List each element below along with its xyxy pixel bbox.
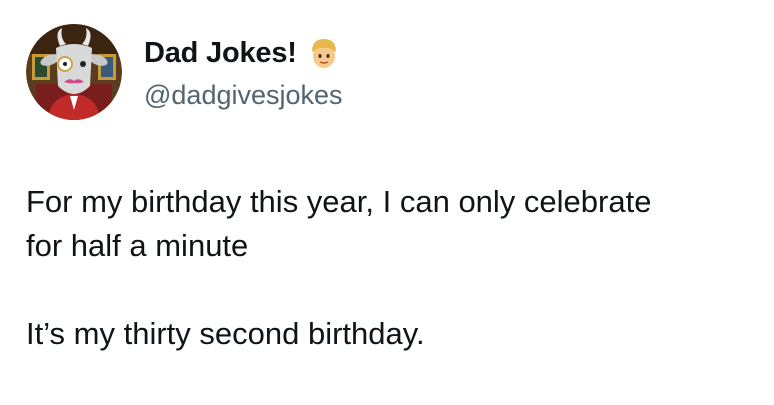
tweet-paragraph-1: For my birthday this year, I can only ce…: [26, 180, 766, 268]
man-blond-hair-emoji-icon: [309, 38, 339, 70]
tweet-text: For my birthday this year, I can only ce…: [26, 180, 766, 356]
tweet-paragraph-2: It’s my thirty second birthday.: [26, 312, 766, 356]
goat-avatar-icon: [26, 24, 122, 120]
display-name[interactable]: Dad Jokes!: [144, 37, 297, 70]
avatar[interactable]: [26, 24, 122, 120]
tweet-line: for half a minute: [26, 228, 249, 263]
author-identity: Dad Jokes! @dadgivesjokes: [144, 34, 343, 111]
tweet-line: For my birthday this year, I can only ce…: [26, 184, 652, 219]
tweet-header: Dad Jokes! @dadgivesjokes: [26, 24, 343, 120]
user-handle[interactable]: @dadgivesjokes: [144, 80, 343, 111]
name-row: Dad Jokes!: [144, 34, 343, 74]
tweet-line: It’s my thirty second birthday.: [26, 316, 425, 351]
